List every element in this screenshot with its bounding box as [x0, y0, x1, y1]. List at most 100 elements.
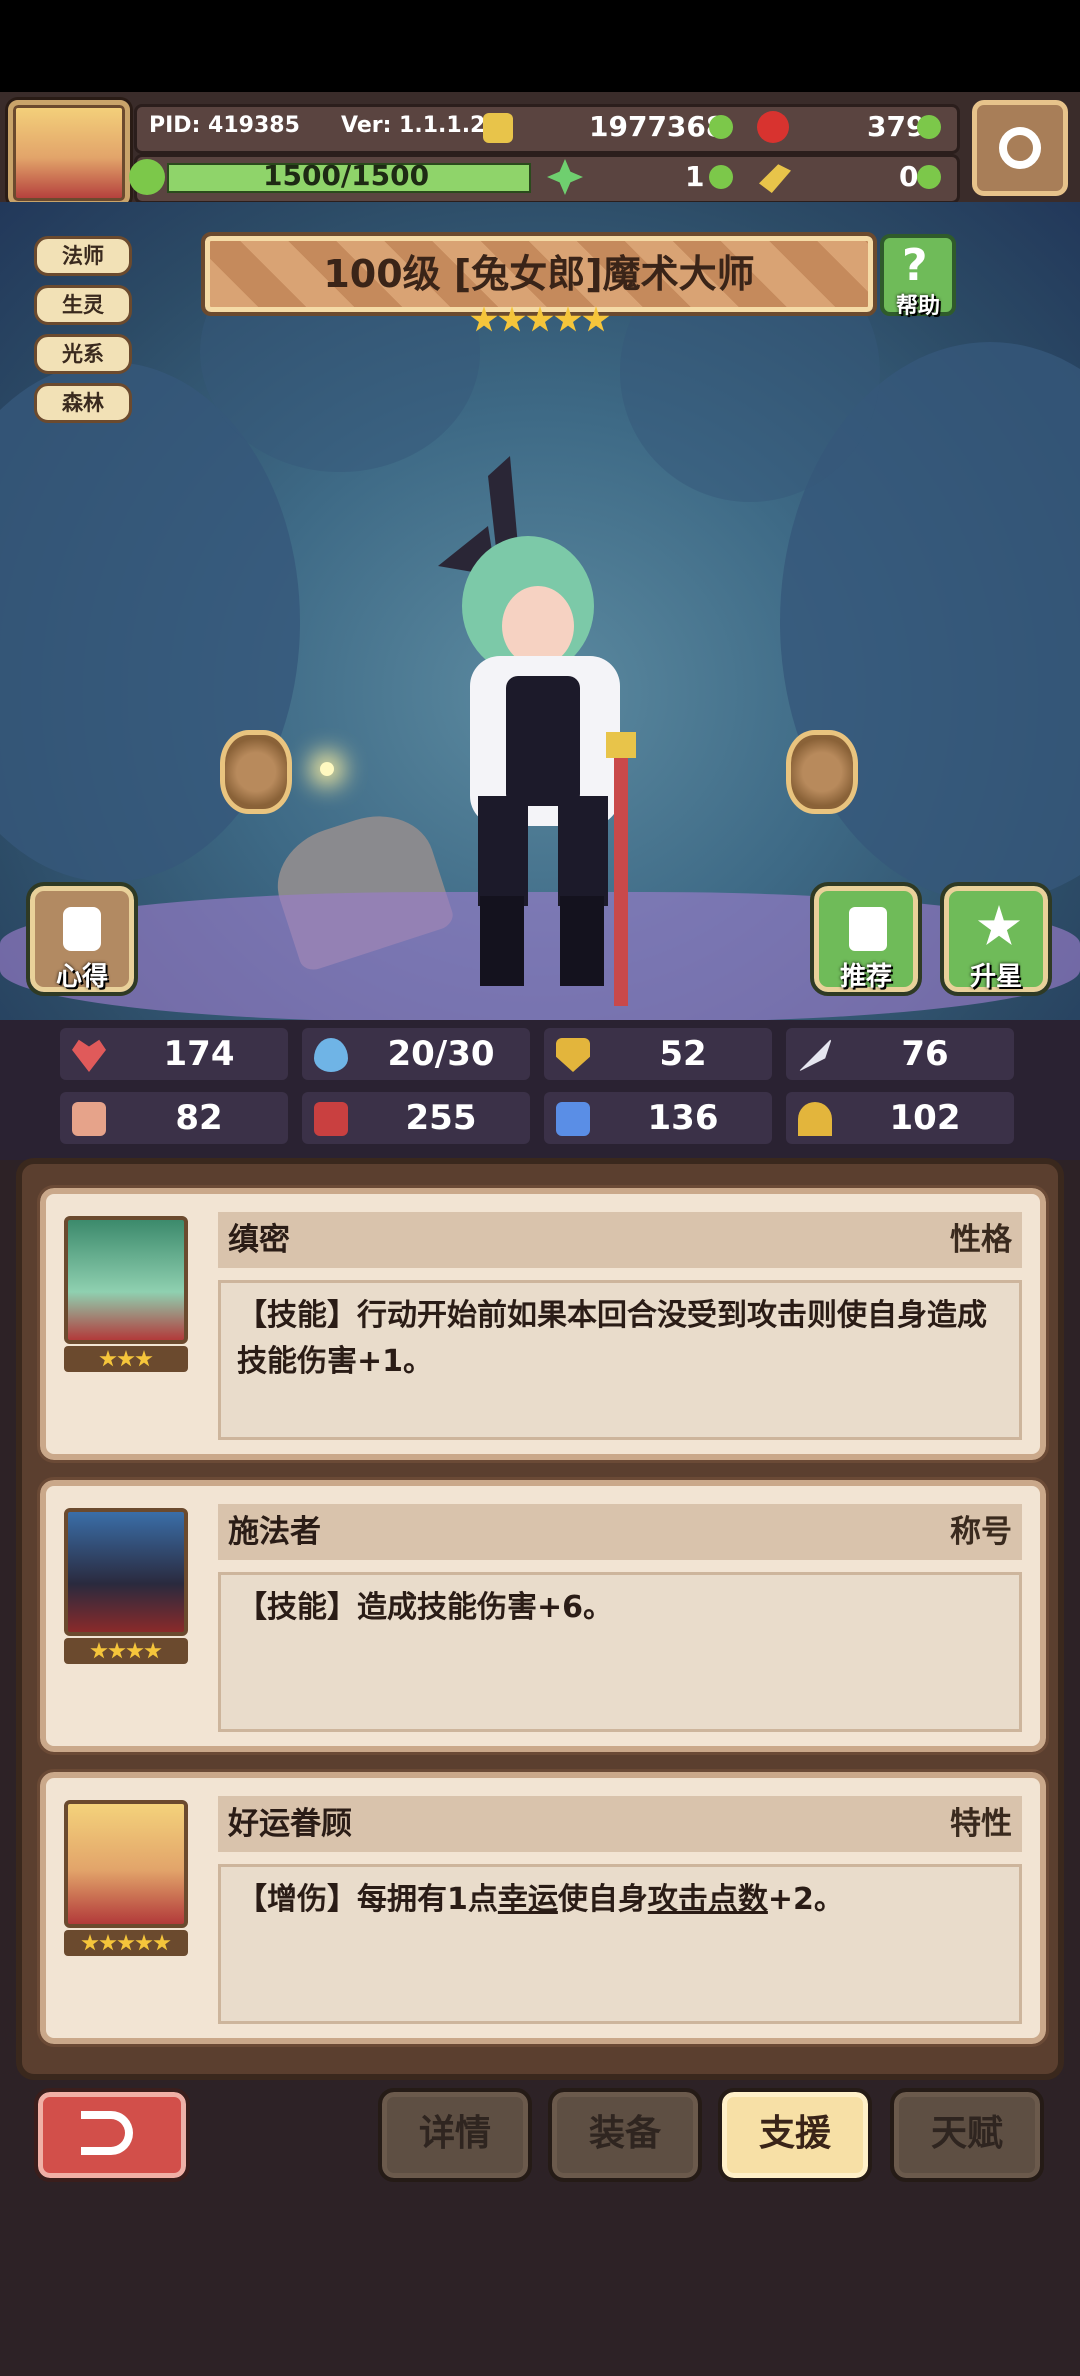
- version-label: Ver: 1.1.1.2: [341, 113, 486, 138]
- star-icon: [99, 1350, 117, 1367]
- card-portrait: [64, 1800, 188, 1928]
- player-avatar[interactable]: [8, 100, 130, 206]
- gem-icon: [757, 111, 789, 143]
- desc-text: 【增伤】每拥有1点: [237, 1882, 498, 1917]
- card-portrait: [64, 1216, 188, 1344]
- attack-points-keyword-link[interactable]: 攻击点数: [648, 1882, 768, 1917]
- key-icon: [759, 164, 791, 193]
- support-card-title[interactable]: 施法者 称号 【技能】造成技能伤害+6。: [37, 1477, 1049, 1755]
- support-card-personality[interactable]: 缜密 性格 【技能】行动开始前如果本回合没受到攻击则使自身造成技能伤害+1。: [37, 1185, 1049, 1463]
- water-drop-icon: [314, 1038, 348, 1072]
- card-type: 性格: [950, 1222, 1012, 1258]
- star-icon: [81, 1934, 99, 1951]
- next-hero-button[interactable]: [786, 730, 858, 814]
- stat-defense: 52: [544, 1028, 772, 1080]
- add-key-icon[interactable]: [917, 165, 941, 189]
- hero-title-banner: 100级 [兔女郎]魔术大师: [201, 232, 877, 316]
- tag-class: 法师: [34, 236, 132, 276]
- gold-amount: 1977368: [589, 110, 726, 143]
- tab-details[interactable]: 详情: [378, 2088, 532, 2182]
- wing-icon: [798, 1038, 832, 1072]
- support-card-trait[interactable]: 好运眷顾 特性 【增伤】每拥有1点幸运使自身攻击点数+2。: [37, 1769, 1049, 2047]
- stat-magic: 255: [302, 1092, 530, 1144]
- recommend-label: 推荐: [839, 962, 892, 992]
- tag-region: 森林: [34, 383, 132, 423]
- key-amount: 0: [899, 160, 919, 193]
- status-bar: [0, 0, 1080, 92]
- star-icon: [498, 306, 526, 332]
- card-header: 施法者 称号: [218, 1504, 1022, 1560]
- card-name: 好运眷顾: [228, 1806, 352, 1842]
- insight-button[interactable]: 心得: [26, 882, 138, 996]
- resource-row-1: PID: 419385 Ver: 1.1.1.2 1977368 379: [134, 104, 960, 154]
- card-portrait: [64, 1508, 188, 1636]
- card-header: 好运眷顾 特性: [218, 1796, 1022, 1852]
- back-button[interactable]: [34, 2088, 190, 2182]
- tag-race: 生灵: [34, 285, 132, 325]
- star-icon: [526, 306, 554, 332]
- recommend-button[interactable]: 推荐: [810, 882, 922, 996]
- gear-icon: [999, 127, 1041, 169]
- card-type: 称号: [950, 1514, 1012, 1550]
- tab-support[interactable]: 支援: [718, 2088, 872, 2182]
- settings-button[interactable]: [972, 100, 1068, 196]
- horseshoe-icon: [798, 1102, 832, 1136]
- tab-equipment[interactable]: 装备: [548, 2088, 702, 2182]
- star-icon: [99, 1934, 117, 1951]
- support-cards-panel: 缜密 性格 【技能】行动开始前如果本回合没受到攻击则使自身造成技能伤害+1。 施…: [16, 1158, 1064, 2080]
- return-arrow-icon: [81, 2111, 133, 2155]
- star-icon: [135, 1934, 153, 1951]
- player-id: PID: 419385: [149, 113, 300, 138]
- card-header: 缜密 性格: [218, 1212, 1022, 1268]
- stat-evasion: 76: [786, 1028, 1014, 1080]
- card-star-rating: [64, 1346, 188, 1372]
- previous-hero-button[interactable]: [220, 730, 292, 814]
- book-icon: [314, 1102, 348, 1136]
- stat-speed: 136: [544, 1092, 772, 1144]
- star-icon: [144, 1642, 162, 1659]
- card-star-rating: [64, 1638, 188, 1664]
- desc-text: +2。: [767, 1882, 844, 1917]
- star-icon: [108, 1642, 126, 1659]
- stats-panel: 174 20/30 52 76 82 255 136 102: [0, 1020, 1080, 1160]
- card-name: 施法者: [228, 1514, 321, 1550]
- card-description: 【增伤】每拥有1点幸运使自身攻击点数+2。: [218, 1864, 1022, 2024]
- card-description: 【技能】造成技能伤害+6。: [218, 1572, 1022, 1732]
- star-icon: [470, 306, 498, 332]
- gold-coin-icon: [483, 113, 513, 143]
- stat-luck: 102: [786, 1092, 1014, 1144]
- upgrade-label: 升星: [969, 962, 1022, 992]
- help-label: 帮助: [895, 294, 940, 319]
- question-icon: ?: [902, 240, 928, 291]
- card-name: 缜密: [228, 1222, 290, 1258]
- luck-keyword-link[interactable]: 幸运: [498, 1882, 558, 1917]
- add-gold-icon[interactable]: [709, 115, 733, 139]
- shield-icon: [556, 1038, 590, 1072]
- hero-character-sprite: [438, 456, 636, 1006]
- star-icon: [90, 1642, 108, 1659]
- clover-amount: 1: [685, 160, 705, 193]
- help-button[interactable]: ? 帮助: [880, 234, 956, 319]
- card-star-rating: [64, 1930, 188, 1956]
- clover-icon: [547, 159, 583, 195]
- stat-hp: 174: [60, 1028, 288, 1080]
- heart-icon: [72, 1039, 106, 1072]
- star-icon: [554, 306, 582, 332]
- add-clover-icon[interactable]: [709, 165, 733, 189]
- star-icon: [135, 1350, 153, 1367]
- desc-text: 使自身: [557, 1882, 648, 1917]
- thumbs-up-icon: [849, 907, 887, 951]
- card-description: 【技能】行动开始前如果本回合没受到攻击则使自身造成技能伤害+1。: [218, 1280, 1022, 1440]
- star-icon: [153, 1934, 171, 1951]
- add-gem-icon[interactable]: [917, 115, 941, 139]
- scroll-icon: [63, 907, 101, 951]
- star-upgrade-icon: [977, 905, 1021, 946]
- stat-mana: 20/30: [302, 1028, 530, 1080]
- tab-talent[interactable]: 天赋: [890, 2088, 1044, 2182]
- stamina-leaf-icon: [129, 159, 165, 195]
- star-icon: [582, 306, 610, 332]
- star-upgrade-button[interactable]: 升星: [940, 882, 1052, 996]
- hero-star-rating: [470, 306, 610, 338]
- resource-row-2: 1500/1500 1 0: [129, 154, 960, 204]
- stat-attack: 82: [60, 1092, 288, 1144]
